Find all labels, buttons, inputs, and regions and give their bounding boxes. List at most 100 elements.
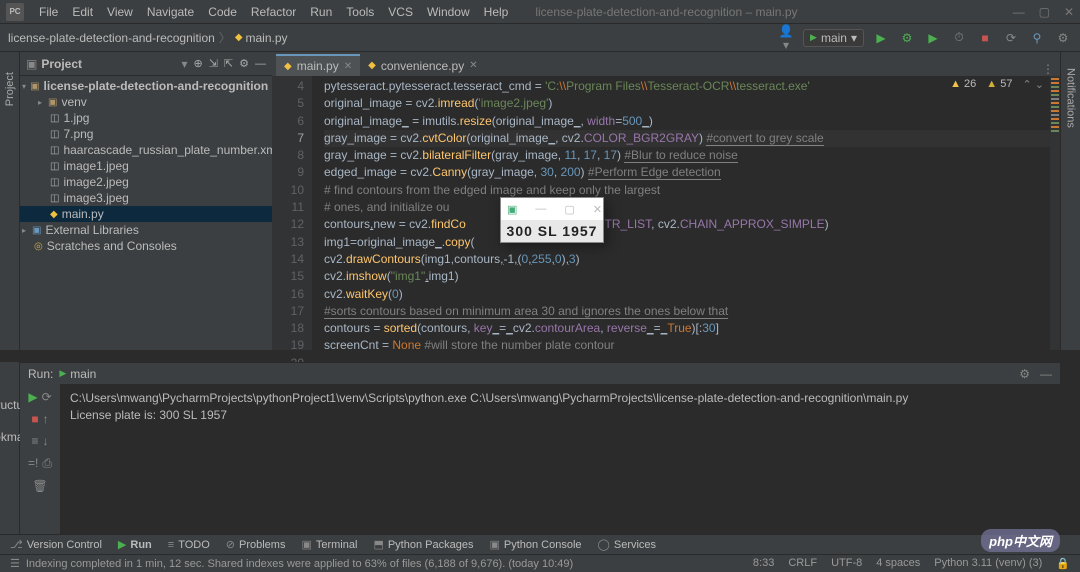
tree-venv[interactable]: ▸▣venv <box>20 94 272 110</box>
license-plate-image: 300 SL 1957 <box>501 220 603 242</box>
weak-warning-icon: ▲ <box>986 78 997 90</box>
layout-icon[interactable]: ≡ <box>31 434 38 448</box>
menu-vcs[interactable]: VCS <box>381 5 420 19</box>
warning-icon: ▲ <box>950 78 961 90</box>
user-icon[interactable]: 👤▾ <box>777 24 795 52</box>
tree-file[interactable]: ◫haarcascade_russian_plate_number.xml <box>20 142 272 158</box>
chevron-icon[interactable]: ⌃ ⌄ <box>1023 78 1045 91</box>
menu-navigate[interactable]: Navigate <box>140 5 201 19</box>
tab-version-control[interactable]: ⎇Version Control <box>10 538 102 551</box>
project-tool-tab[interactable]: Project <box>4 72 16 106</box>
line-separator[interactable]: CRLF <box>788 557 817 570</box>
coverage-button-icon[interactable]: ▶ <box>924 31 942 45</box>
git-update-icon[interactable]: ⟳ <box>1002 31 1020 45</box>
tab-main-py[interactable]: ◆ main.py ✕ <box>276 54 360 76</box>
line-gutter: 4567891011121314151617181920 <box>272 76 312 350</box>
search-everywhere-icon[interactable]: ⚲ <box>1028 31 1046 45</box>
python-interpreter[interactable]: Python 3.11 (venv) (3) <box>934 557 1042 570</box>
profile-button-icon[interactable]: ⏱ <box>950 30 968 45</box>
tab-todo[interactable]: ≡TODO <box>168 539 210 551</box>
run-button-icon[interactable]: ▶ <box>872 31 890 45</box>
code-area[interactable]: pytesseract.pytesseract.tesseract_cmd = … <box>312 76 1060 350</box>
notifications-tool-tab[interactable]: Notifications <box>1065 68 1077 128</box>
menu-file[interactable]: File <box>32 5 65 19</box>
tab-services[interactable]: ◯Services <box>598 538 657 551</box>
run-config-icon: ▶ <box>59 368 66 379</box>
console-line: License plate is: 300 SL 1957 <box>70 407 1050 424</box>
trash-icon[interactable]: 🗑 <box>32 479 47 493</box>
soft-wrap-icon[interactable]: =! <box>28 456 38 471</box>
status-message: Indexing completed in 1 min, 12 sec. Sha… <box>26 558 573 570</box>
popup-minimize-icon[interactable]: — <box>535 203 546 215</box>
tree-file[interactable]: ◫image3.jpeg <box>20 190 272 206</box>
popup-maximize-icon[interactable]: ▢ <box>564 203 574 216</box>
window-maximize-icon[interactable]: ▢ <box>1039 5 1050 19</box>
tree-root[interactable]: ▾▣ license-plate-detection-and-recogniti… <box>20 78 272 94</box>
tree-file[interactable]: ◫1.jpg <box>20 110 272 126</box>
down-icon[interactable]: ↓ <box>43 434 49 448</box>
code-editor[interactable]: 4567891011121314151617181920 pytesseract… <box>272 76 1060 350</box>
close-tab-icon[interactable]: ✕ <box>344 61 352 72</box>
close-tab-icon[interactable]: ✕ <box>469 60 477 71</box>
hide-run-icon[interactable]: — <box>1040 367 1052 381</box>
run-console[interactable]: C:\Users\mwang\PycharmProjects\pythonPro… <box>60 384 1060 534</box>
tab-python-packages[interactable]: ⬒Python Packages <box>373 538 473 551</box>
project-tree[interactable]: ▾▣ license-plate-detection-and-recogniti… <box>20 76 272 350</box>
caret-position[interactable]: 8:33 <box>753 557 774 570</box>
tab-convenience-py[interactable]: ◆ convenience.py ✕ <box>360 54 485 76</box>
menu-refactor[interactable]: Refactor <box>244 5 303 19</box>
menu-code[interactable]: Code <box>201 5 244 19</box>
popup-close-icon[interactable]: ✕ <box>593 203 602 216</box>
project-dropdown-icon[interactable]: ▾ <box>181 57 187 71</box>
window-close-icon[interactable]: ✕ <box>1064 5 1074 19</box>
file-encoding[interactable]: UTF-8 <box>831 557 862 570</box>
rerun-icon[interactable]: ▶ <box>28 390 37 404</box>
warning-count: 26 <box>964 78 976 90</box>
navigation-bar: license-plate-detection-and-recognition … <box>0 24 1080 52</box>
menu-window[interactable]: Window <box>420 5 477 19</box>
indent-setting[interactable]: 4 spaces <box>876 557 920 570</box>
run-settings-icon[interactable]: ⚙ <box>1019 367 1030 381</box>
menu-help[interactable]: Help <box>477 5 516 19</box>
breadcrumb-project[interactable]: license-plate-detection-and-recognition <box>8 31 215 45</box>
stop-icon[interactable]: ■ <box>31 412 38 426</box>
menu-tools[interactable]: Tools <box>339 5 381 19</box>
tree-external-libs[interactable]: ▸▣External Libraries <box>20 222 272 238</box>
stop-button-icon[interactable]: ■ <box>976 31 994 45</box>
tree-scratches[interactable]: ◎Scratches and Consoles <box>20 238 272 254</box>
breadcrumb-file[interactable]: main.py <box>246 31 288 45</box>
window-minimize-icon[interactable]: — <box>1013 5 1025 19</box>
run-icon: ▶ <box>118 538 126 551</box>
debug-button-icon[interactable]: ⚙ <box>898 31 916 45</box>
error-stripe[interactable] <box>1050 76 1060 350</box>
menu-view[interactable]: View <box>100 5 140 19</box>
editor-warnings[interactable]: ▲ 26 ▲ 57 ⌃ ⌄ <box>950 78 1044 91</box>
image-preview-window[interactable]: ▣ — ▢ ✕ 300 SL 1957 <box>500 197 604 243</box>
tabs-more-icon[interactable]: ⋮ <box>1036 62 1060 76</box>
tree-file[interactable]: ◫image2.jpeg <box>20 174 272 190</box>
select-opened-file-icon[interactable]: ⊕ <box>193 57 202 70</box>
tab-terminal[interactable]: ▣Terminal <box>301 538 357 551</box>
lock-icon[interactable]: 🔒 <box>1056 557 1070 570</box>
settings-gear-icon[interactable]: ⚙ <box>239 57 249 70</box>
tree-file[interactable]: ◫image1.jpeg <box>20 158 272 174</box>
hide-tool-icon[interactable]: — <box>255 58 266 70</box>
popup-app-icon: ▣ <box>507 203 517 216</box>
problems-icon: ⊘ <box>226 538 235 551</box>
run-config-icon[interactable]: ⟳ <box>42 390 52 404</box>
collapse-all-icon[interactable]: ⇱ <box>224 57 233 70</box>
tree-file[interactable]: ◫7.png <box>20 126 272 142</box>
left-tool-strip: Project <box>0 52 20 350</box>
expand-all-icon[interactable]: ⇲ <box>209 57 218 70</box>
run-label: Run: <box>28 367 53 381</box>
print-icon[interactable]: ⎙ <box>42 456 52 471</box>
up-icon[interactable]: ↑ <box>43 412 49 426</box>
tab-run[interactable]: ▶Run <box>118 538 152 551</box>
menu-edit[interactable]: Edit <box>65 5 100 19</box>
tree-file-selected[interactable]: ◆main.py <box>20 206 272 222</box>
tab-python-console[interactable]: ▣Python Console <box>489 538 581 551</box>
tab-problems[interactable]: ⊘Problems <box>226 538 286 551</box>
menu-run[interactable]: Run <box>303 5 339 19</box>
run-config-selector[interactable]: ▶ main ▾ <box>803 29 864 47</box>
settings-icon[interactable]: ⚙ <box>1054 31 1072 45</box>
